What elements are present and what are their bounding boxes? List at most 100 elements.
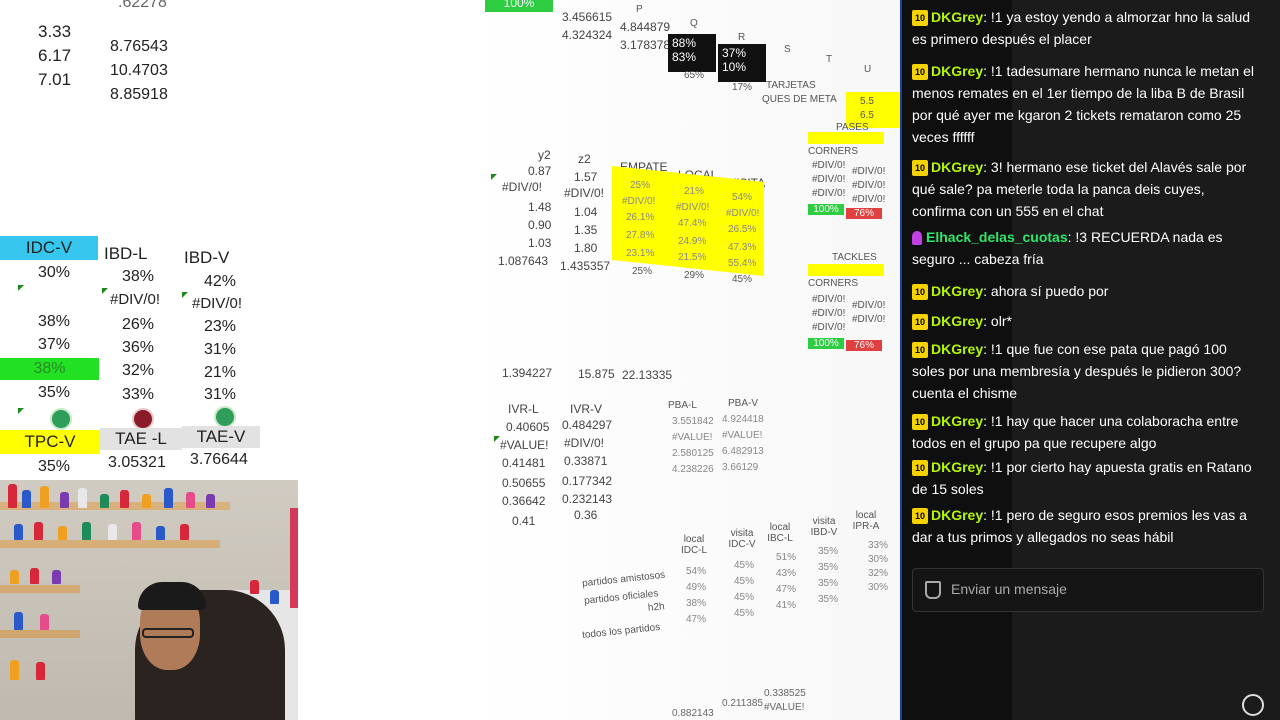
header-pba-l[interactable]: PBA-L [668,400,697,411]
cell-r-block[interactable]: 37% 10% [718,44,766,82]
chat-message[interactable]: 10 DKGrey: !1 por cierto hay apuesta grat… [912,456,1257,500]
header-tae-v[interactable]: TAE-V [182,426,260,448]
cell-elv-foot-1[interactable]: 29% [684,270,704,281]
cell-mid-2[interactable]: 22.13335 [622,368,672,382]
cell-lt-4-1[interactable]: 32% [122,362,154,380]
cell-tackles-1b[interactable]: #DIV/0! [852,300,885,311]
cell-elv-2-0[interactable]: 26.1% [626,212,654,223]
emote-picker-icon[interactable] [1242,694,1264,716]
cell-pba-2-1[interactable]: 6.482913 [722,446,764,457]
bottom-c2-1[interactable]: 43% [776,568,796,579]
bottom-last-1[interactable]: 0.211385 [722,698,763,709]
header-idc-v[interactable]: IDC-V [0,236,98,260]
cell-lt-4-0[interactable]: 38% [0,358,99,380]
cell-ivr-2-1[interactable]: 0.33871 [564,454,607,468]
bottom-c3-3[interactable]: 35% [818,594,838,605]
bottom-c3-0[interactable]: 35% [818,546,838,557]
cell-y-5[interactable]: 1.087643 [498,254,548,268]
cell-pct-100-top[interactable]: 100% [808,204,844,215]
bottom-c0-3[interactable]: 47% [686,614,706,625]
col-header-t[interactable]: T [826,54,832,65]
bottom-c0-1[interactable]: 49% [686,582,706,593]
cell-ivr-0-1[interactable]: 0.484297 [562,418,612,432]
cell-lt-5-0[interactable]: 35% [38,384,70,402]
cell-tae-v[interactable]: 3.76644 [190,451,248,469]
chat-username[interactable]: DKGrey [931,341,983,357]
cell-tae-l[interactable]: 3.05321 [108,454,166,472]
bottom-c1-2[interactable]: 45% [734,592,754,603]
chat-message[interactable]: 10 DKGrey: !1 tadesumare hermano nunca le… [912,60,1257,148]
bottom-c3-2[interactable]: 35% [818,578,838,589]
cell-r1a[interactable]: 3.33 [38,22,71,42]
chat-username[interactable]: DKGrey [931,313,983,329]
header-ibd-v[interactable]: IBD-V [184,248,229,268]
cell-elv-foot-2[interactable]: 45% [732,274,752,285]
bottom-header-2[interactable]: local IBC-L [766,522,794,544]
cell-pba-0-1[interactable]: 4.924418 [722,414,764,425]
bottom-c4-3[interactable]: 30% [868,582,888,593]
cell-a2[interactable]: 4.324324 [562,28,612,42]
bottom-header-3[interactable]: visita IBD-V [810,516,838,538]
cell-mid-1[interactable]: 15.875 [578,367,615,381]
bottom-c4-1[interactable]: 30% [868,554,888,565]
cell-corners-1b[interactable]: #DIV/0! [852,166,885,177]
col-header-u[interactable]: U [864,64,871,75]
cell-elv-4-2[interactable]: 55.4% [728,258,756,269]
header-ivr-v[interactable]: IVR-V [570,402,602,416]
cell-a1[interactable]: 3.456615 [562,10,612,24]
chat-message[interactable]: 10 DKGrey: !1 que fue con ese pata que pa… [912,338,1257,404]
header-tae-l[interactable]: TAE -L [100,428,182,450]
pases-row[interactable] [808,132,884,144]
cell-lt-0-2[interactable]: 42% [204,273,236,291]
cell-z-3[interactable]: 1.35 [574,223,597,237]
cell-elv-2-1[interactable]: 47.4% [678,218,706,229]
cell-elv-3-2[interactable]: 47.3% [728,242,756,253]
cell-ivr-4-0[interactable]: 0.36642 [502,494,545,508]
cell-pct-100-bottom[interactable]: 100% [808,338,844,349]
cell-mid-0[interactable]: 1.394227 [502,366,552,380]
tackles-row[interactable] [808,264,884,276]
cell-b2[interactable]: 3.178378 [620,38,670,52]
bottom-c1-1[interactable]: 45% [734,576,754,587]
chat-message[interactable]: 10 DKGrey: !1 pero de seguro esos premios… [912,504,1257,548]
cell-r2b[interactable]: 10.4703 [110,62,168,80]
cell-lt-2-0[interactable]: 38% [38,313,70,331]
bottom-c1-0[interactable]: 45% [734,560,754,571]
cell-lt-3-1[interactable]: 36% [122,339,154,357]
bottom-last-err[interactable]: #VALUE! [764,702,804,713]
bottom-c4-2[interactable]: 32% [868,568,888,579]
cell-b1[interactable]: 4.844879 [620,20,670,34]
cell-elv-0-0[interactable]: 25% [630,180,650,191]
cell-lt-5-1[interactable]: 33% [122,386,154,404]
bottom-header-1[interactable]: visita IDC-V [728,528,756,550]
header-ibd-l[interactable]: IBD-L [104,244,147,264]
cell-r3a[interactable]: 7.01 [38,70,71,90]
cell-lt-1-2[interactable]: #DIV/0! [192,295,242,312]
cell-lt-3-0[interactable]: 37% [38,336,70,354]
cell-z-4[interactable]: 1.80 [574,241,597,255]
cell-z-5[interactable]: 1.435357 [560,259,610,273]
col-header-s[interactable]: S [784,44,791,55]
cell-y-4[interactable]: 1.03 [528,236,551,250]
chat-message[interactable]: 10 DKGrey: !1 ya estoy yendo a almorzar h… [912,6,1257,50]
bottom-header-4[interactable]: local IPR-A [852,510,880,532]
bottom-c2-3[interactable]: 41% [776,600,796,611]
cell-ivr-4-1[interactable]: 0.232143 [562,492,612,506]
cell-pba-3-0[interactable]: 4.238226 [672,464,714,475]
cell-y-0[interactable]: 0.87 [528,164,551,178]
bottom-c2-0[interactable]: 51% [776,552,796,563]
cell-lt-0-0[interactable]: 30% [38,264,70,282]
chat-username[interactable]: DKGrey [931,159,983,175]
header-z2[interactable]: z2 [578,152,591,166]
row-label-h2h[interactable]: h2h [647,601,665,614]
cell-tackles-3a[interactable]: #DIV/0! [812,322,845,333]
cell-z-1[interactable]: #DIV/0! [564,186,604,200]
cell-pct-green[interactable]: 100% [485,0,553,12]
cell-r2a[interactable]: 6.17 [38,46,71,66]
cell-z-2[interactable]: 1.04 [574,205,597,219]
cell-ivr-1-1[interactable]: #DIV/0! [564,436,604,450]
bottom-last-0[interactable]: 0.882143 [672,708,714,719]
bottom-last-2[interactable]: 0.338525 [764,688,806,699]
cell-elv-3-0[interactable]: 27.8% [626,230,654,241]
chat-username[interactable]: DKGrey [931,507,983,523]
